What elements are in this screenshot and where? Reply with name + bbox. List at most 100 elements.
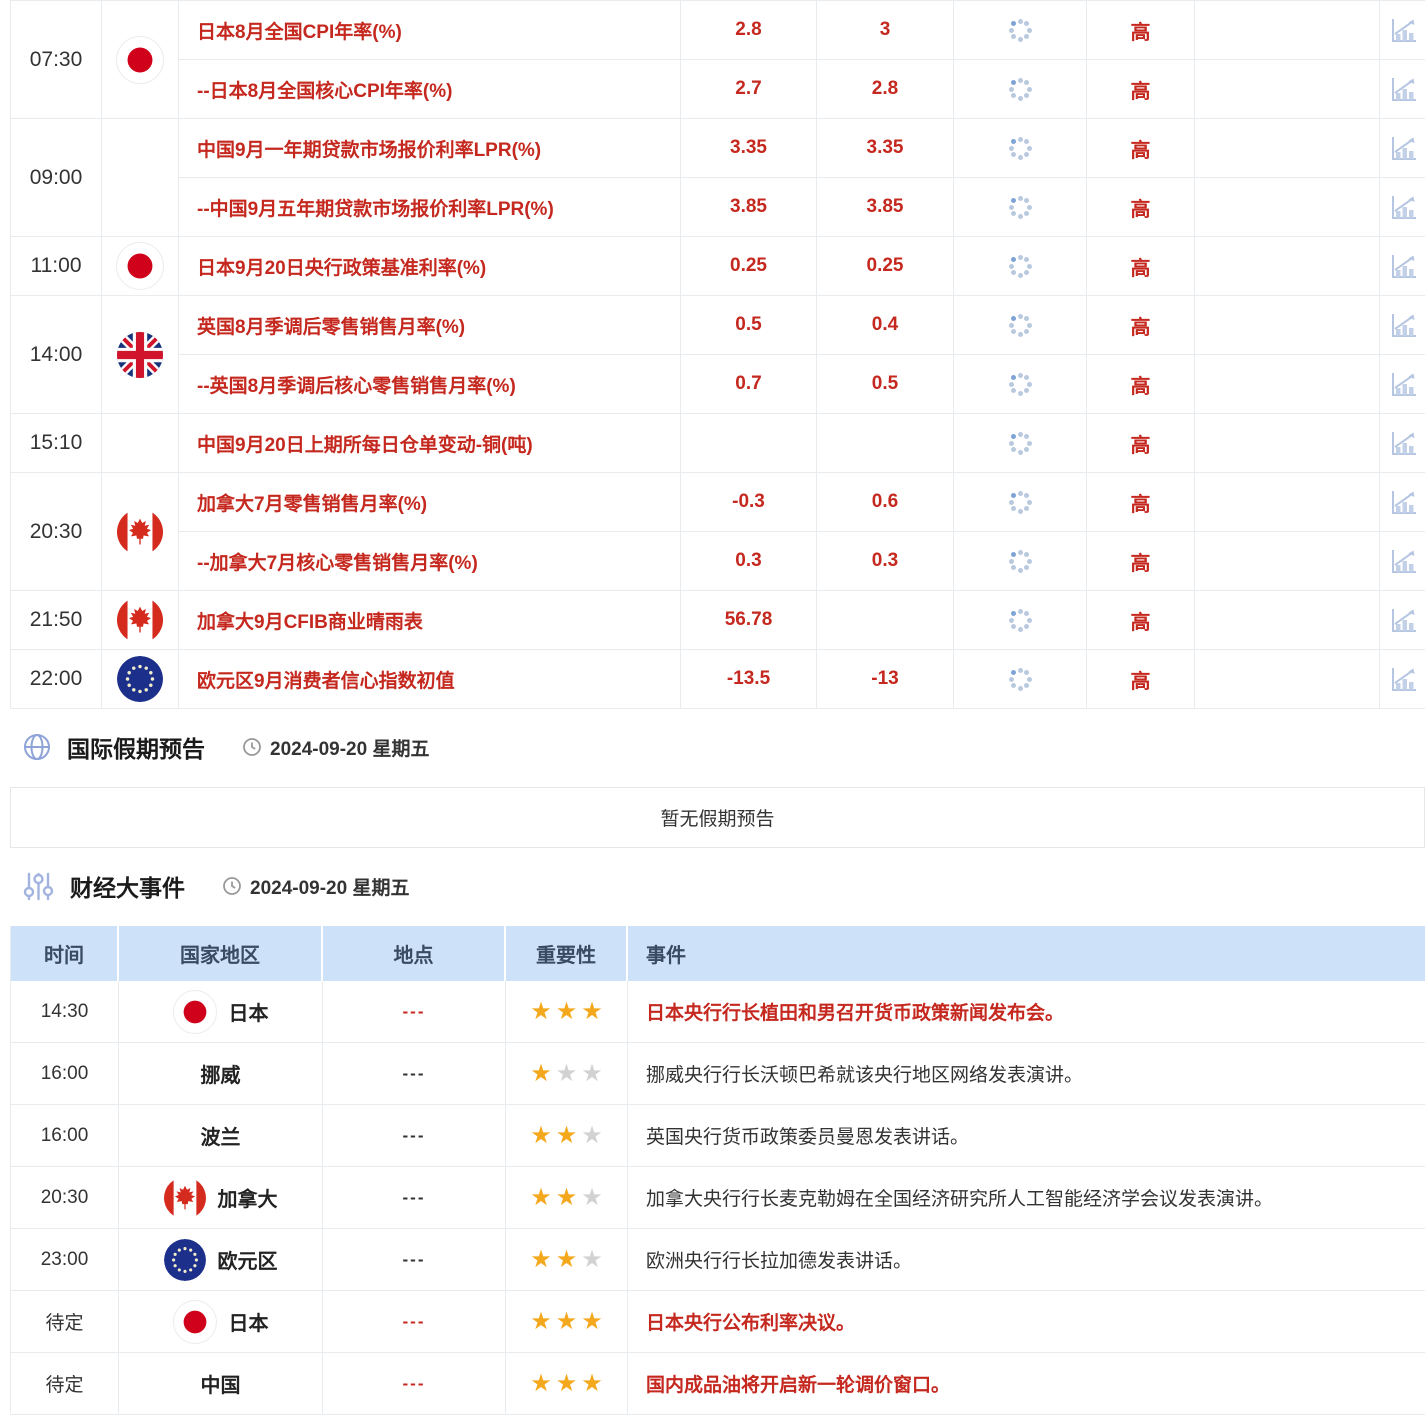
chart-icon[interactable] bbox=[1386, 485, 1420, 519]
indicator-row: 英国8月季调后零售销售月率(%)0.50.4高 bbox=[179, 296, 1425, 354]
indicator-name[interactable]: --英国8月季调后核心零售销售月率(%) bbox=[179, 355, 681, 413]
previous-value-cell: 3.35 bbox=[681, 119, 817, 177]
forecast-value-cell: 0.25 bbox=[817, 237, 954, 295]
actual-value-cell bbox=[954, 296, 1087, 354]
importance-stars: ★★★ bbox=[528, 1183, 605, 1212]
star-icon: ★ bbox=[581, 1184, 603, 1211]
loading-spinner-icon bbox=[1007, 17, 1033, 43]
actual-value-cell bbox=[954, 1, 1087, 59]
actual-value-cell bbox=[954, 414, 1087, 472]
indicator-row: 日本8月全国CPI年率(%)2.83高 bbox=[179, 1, 1425, 59]
actual-value-cell bbox=[954, 591, 1087, 649]
importance-stars: ★★★ bbox=[528, 1245, 605, 1274]
economic-row-group: 15:10中国9月20日上期所每日仓单变动-铜(吨)高 bbox=[11, 414, 1425, 473]
indicator-name[interactable]: 日本9月20日央行政策基准利率(%) bbox=[179, 237, 681, 295]
extra-cell bbox=[1195, 296, 1380, 354]
column-header: 事件 bbox=[628, 926, 1425, 981]
event-text-cell: 国内成品油将开启新一轮调价窗口。 bbox=[628, 1353, 1425, 1414]
star-icon: ★ bbox=[530, 1060, 552, 1087]
indicator-name[interactable]: 中国9月一年期贷款市场报价利率LPR(%) bbox=[179, 119, 681, 177]
chart-icon[interactable] bbox=[1386, 72, 1420, 106]
previous-value-cell: 2.8 bbox=[681, 1, 817, 59]
country-name: 中国 bbox=[201, 1369, 241, 1398]
forecast-value-cell: 0.5 bbox=[817, 355, 954, 413]
forecast-value-cell bbox=[817, 591, 954, 649]
economic-row-group: 09:00中国9月一年期贷款市场报价利率LPR(%)3.353.35高--中国9… bbox=[11, 119, 1425, 237]
events-date: 2024-09-20 星期五 bbox=[222, 873, 409, 900]
country-name: 波兰 bbox=[201, 1121, 241, 1150]
star-icon: ★ bbox=[556, 1060, 578, 1087]
chart-icon[interactable] bbox=[1386, 13, 1420, 47]
star-icon: ★ bbox=[530, 1308, 552, 1335]
indicator-name[interactable]: --加拿大7月核心零售销售月率(%) bbox=[179, 532, 681, 590]
event-country-cell: 日本 bbox=[119, 1291, 323, 1352]
extra-cell bbox=[1195, 237, 1380, 295]
uk-flag-icon bbox=[117, 332, 163, 378]
event-row: 16:00挪威---★★★挪威央行行长沃顿巴希就该央行地区网络发表演讲。 bbox=[11, 1043, 1425, 1105]
loading-spinner-icon bbox=[1007, 312, 1033, 338]
star-icon: ★ bbox=[581, 1060, 603, 1087]
chart-icon[interactable] bbox=[1386, 249, 1420, 283]
chart-icon[interactable] bbox=[1386, 662, 1420, 696]
indicator-name[interactable]: 日本8月全国CPI年率(%) bbox=[179, 1, 681, 59]
event-text-cell: 挪威央行行长沃顿巴希就该央行地区网络发表演讲。 bbox=[628, 1043, 1425, 1104]
indicator-name[interactable]: 加拿大7月零售销售月率(%) bbox=[179, 473, 681, 531]
extra-cell bbox=[1195, 355, 1380, 413]
event-text-cell: 日本央行行长植田和男召开货币政策新闻发布会。 bbox=[628, 981, 1425, 1042]
event-time-cell: 14:30 bbox=[11, 981, 119, 1042]
flag-cell bbox=[102, 591, 179, 649]
eu-flag-icon bbox=[164, 1239, 206, 1281]
importance-cell: 高 bbox=[1087, 591, 1195, 649]
country-name: 日本 bbox=[229, 1307, 269, 1336]
event-time-cell: 待定 bbox=[11, 1291, 119, 1352]
previous-value-cell: 0.7 bbox=[681, 355, 817, 413]
star-icon: ★ bbox=[581, 998, 603, 1025]
country-name: 加拿大 bbox=[218, 1183, 278, 1212]
indicator-name[interactable]: 英国8月季调后零售销售月率(%) bbox=[179, 296, 681, 354]
importance-cell: 高 bbox=[1087, 355, 1195, 413]
indicator-row: --英国8月季调后核心零售销售月率(%)0.70.5 高 bbox=[179, 354, 1425, 413]
loading-spinner-icon bbox=[1007, 76, 1033, 102]
chart-cell bbox=[1380, 1, 1425, 59]
events-table-header: 时间国家地区地点重要性事件 bbox=[11, 926, 1425, 981]
importance-stars: ★★★ bbox=[528, 1307, 605, 1336]
importance-cell: 高 bbox=[1087, 1, 1195, 59]
extra-cell bbox=[1195, 591, 1380, 649]
chart-icon[interactable] bbox=[1386, 426, 1420, 460]
chart-icon[interactable] bbox=[1386, 131, 1420, 165]
loading-spinner-icon bbox=[1007, 607, 1033, 633]
event-row: 待定中国---★★★国内成品油将开启新一轮调价窗口。 bbox=[11, 1353, 1425, 1415]
loading-spinner-icon bbox=[1007, 430, 1033, 456]
chart-icon[interactable] bbox=[1386, 308, 1420, 342]
chart-icon[interactable] bbox=[1386, 190, 1420, 224]
event-time-cell: 20:30 bbox=[11, 1167, 119, 1228]
chart-icon[interactable] bbox=[1386, 367, 1420, 401]
chart-cell bbox=[1380, 178, 1425, 236]
importance-cell: 高 bbox=[1087, 119, 1195, 177]
indicator-row: 加拿大7月零售销售月率(%)-0.30.6高 bbox=[179, 473, 1425, 531]
forecast-value-cell: 0.3 bbox=[817, 532, 954, 590]
previous-value-cell: 0.5 bbox=[681, 296, 817, 354]
event-location-cell: --- bbox=[323, 981, 506, 1042]
indicator-name[interactable]: --日本8月全国核心CPI年率(%) bbox=[179, 60, 681, 118]
economic-row-group: 14:00英国8月季调后零售销售月率(%)0.50.4高--英国8月季调后核心零… bbox=[11, 296, 1425, 414]
actual-value-cell bbox=[954, 237, 1087, 295]
holiday-date: 2024-09-20 星期五 bbox=[242, 734, 429, 761]
chart-cell bbox=[1380, 650, 1425, 708]
extra-cell bbox=[1195, 1, 1380, 59]
indicator-name[interactable]: 欧元区9月消费者信心指数初值 bbox=[179, 650, 681, 708]
event-location-cell: --- bbox=[323, 1353, 506, 1414]
star-icon: ★ bbox=[581, 1370, 603, 1397]
indicator-name[interactable]: --中国9月五年期贷款市场报价利率LPR(%) bbox=[179, 178, 681, 236]
importance-cell: 高 bbox=[1087, 237, 1195, 295]
indicator-row: --日本8月全国核心CPI年率(%)2.72.8高 bbox=[179, 59, 1425, 118]
indicator-row: 中国9月一年期贷款市场报价利率LPR(%)3.353.35高 bbox=[179, 119, 1425, 177]
eu-flag-icon bbox=[117, 656, 163, 702]
indicator-name[interactable]: 中国9月20日上期所每日仓单变动-铜(吨) bbox=[179, 414, 681, 472]
flag-cell bbox=[102, 473, 179, 590]
indicator-name[interactable]: 加拿大9月CFIB商业晴雨表 bbox=[179, 591, 681, 649]
flag-cell bbox=[102, 296, 179, 413]
chart-icon[interactable] bbox=[1386, 603, 1420, 637]
chart-icon[interactable] bbox=[1386, 544, 1420, 578]
event-location-cell: --- bbox=[323, 1105, 506, 1166]
